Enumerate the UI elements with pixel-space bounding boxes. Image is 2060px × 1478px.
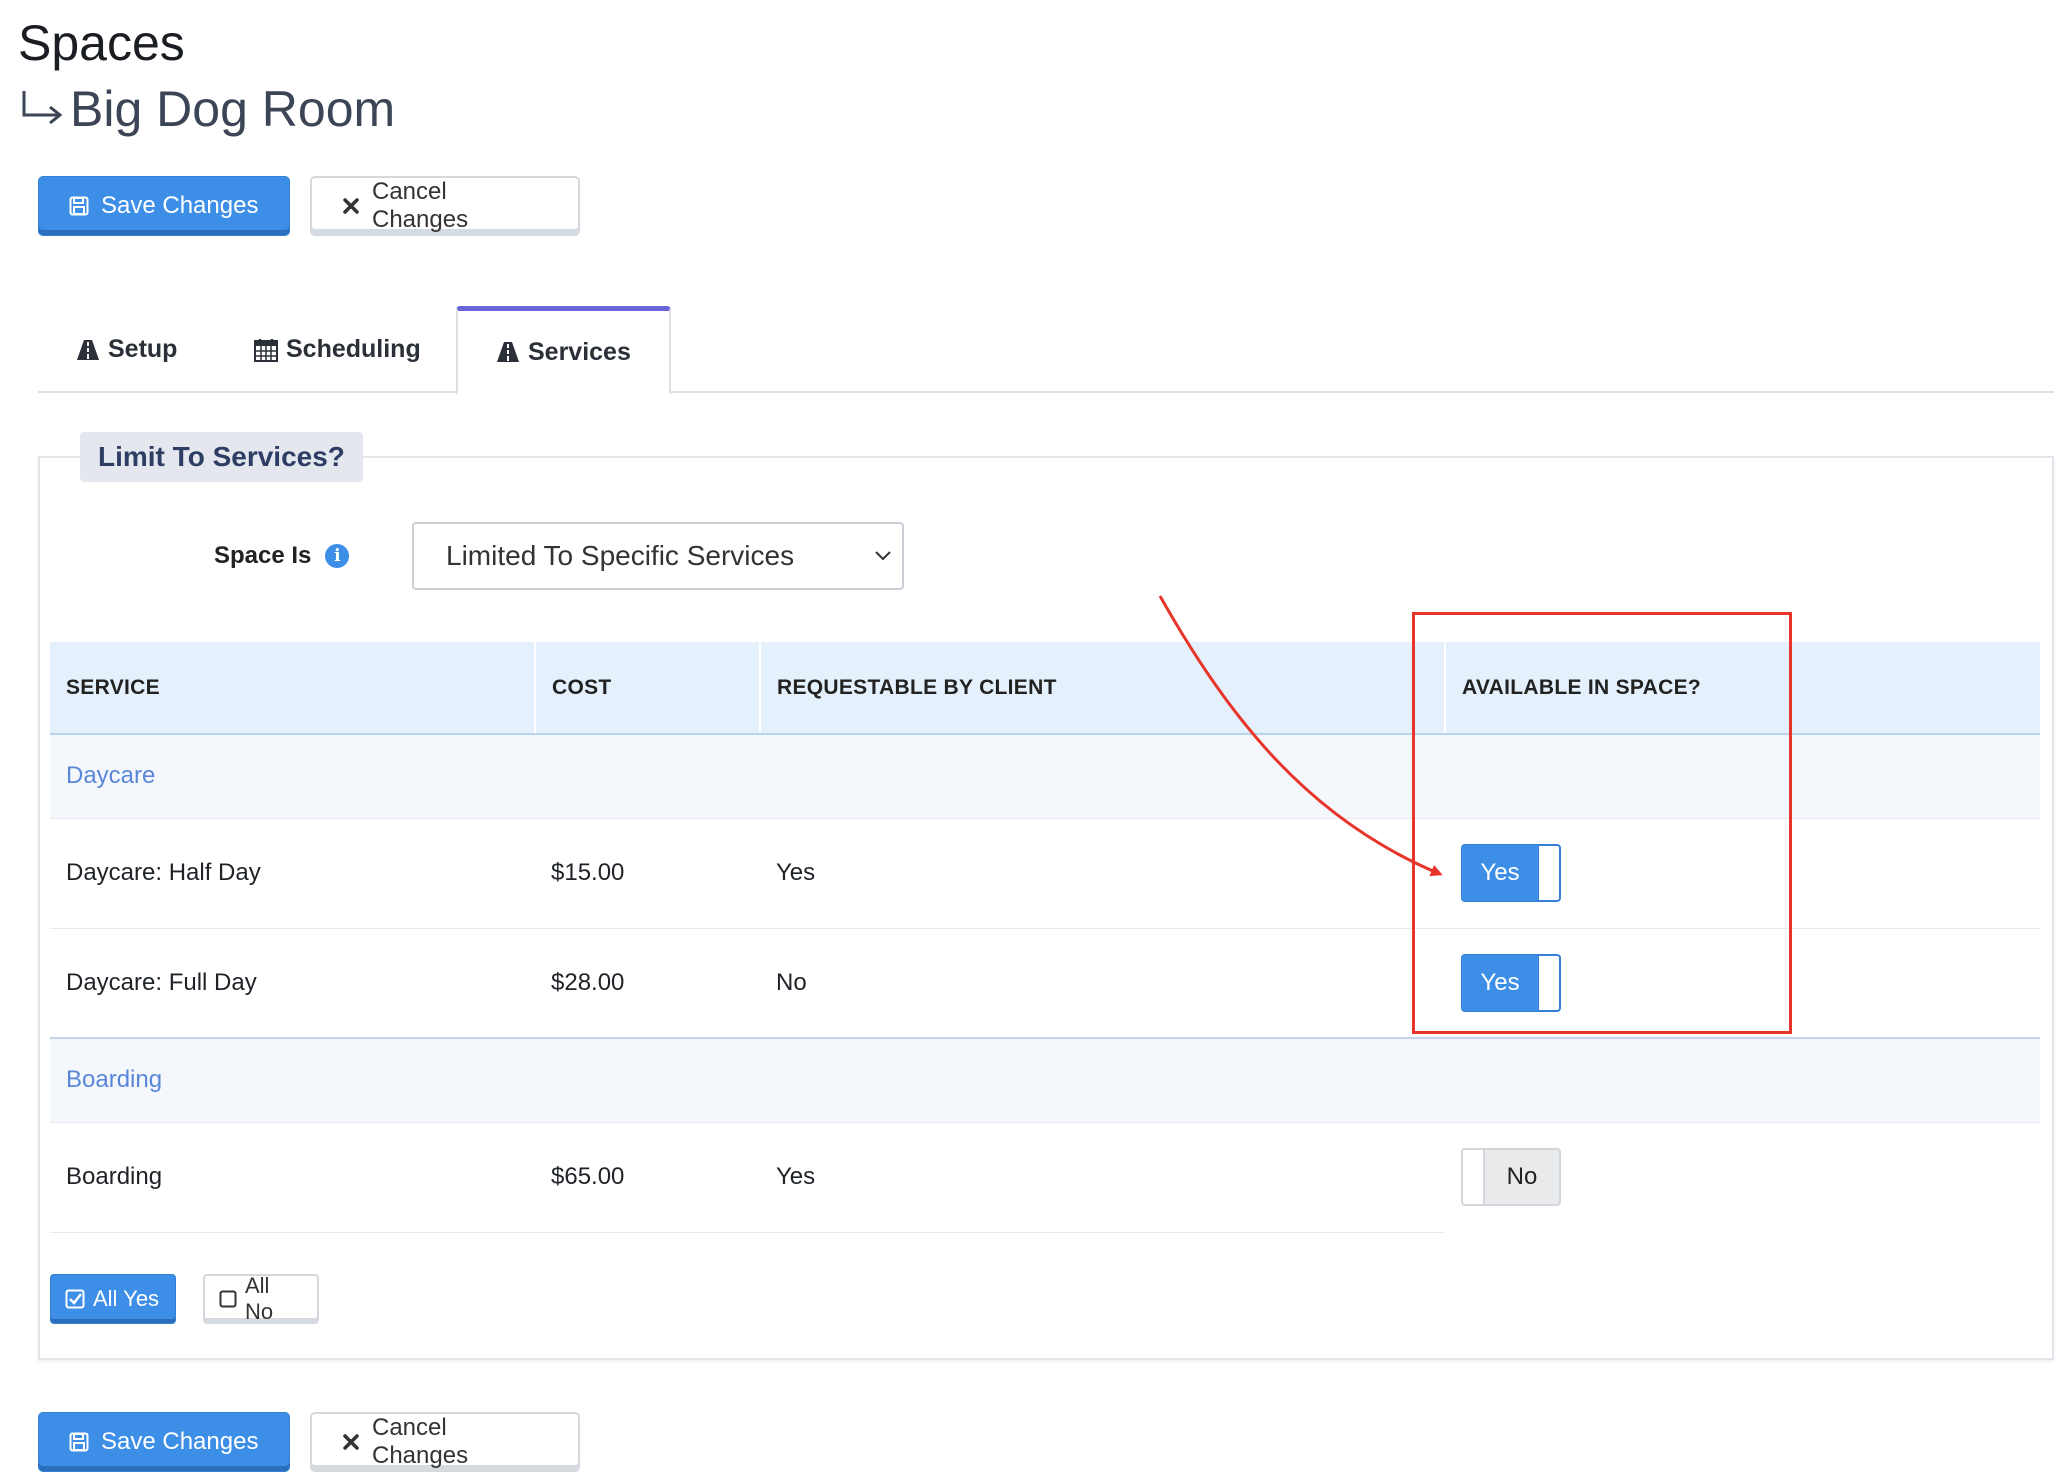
service-cell: Boarding — [50, 1122, 535, 1233]
tab-scheduling-label: Scheduling — [286, 335, 421, 363]
checked-box-icon — [65, 1289, 85, 1309]
floppy-disk-icon — [69, 1432, 89, 1452]
group-row-boarding: Boarding — [50, 1037, 2040, 1123]
service-cell: Daycare: Half Day — [50, 818, 535, 929]
save-button-top[interactable]: Save Changes — [38, 176, 290, 236]
save-button-label: Save Changes — [101, 192, 259, 219]
column-header-service: SERVICE — [50, 642, 536, 735]
tab-scheduling[interactable]: Scheduling — [216, 306, 459, 393]
column-header-cost: COST — [535, 642, 761, 735]
close-icon — [342, 197, 360, 215]
chevron-down-icon — [875, 551, 891, 561]
calendar-icon — [254, 338, 278, 362]
group-label: Boarding — [50, 1037, 2040, 1123]
road-icon — [496, 341, 520, 363]
toggle-label: No — [1506, 1163, 1538, 1191]
available-cell: No — [1445, 1122, 2040, 1232]
page-title: Spaces — [18, 15, 185, 71]
space-name: Big Dog Room — [70, 81, 396, 137]
empty-checkbox-icon — [219, 1290, 237, 1308]
cancel-button-label: Cancel Changes — [372, 1414, 469, 1469]
all-no-button[interactable]: All No — [203, 1273, 319, 1324]
requestable-cell: Yes — [760, 818, 1445, 929]
page-subtitle: Big Dog Room — [20, 80, 395, 138]
column-header-requestable: REQUESTABLE BY CLIENT — [760, 642, 1446, 735]
cost-cell: $65.00 — [535, 1122, 760, 1233]
return-arrow-icon — [22, 91, 63, 125]
annotation-highlight-box — [1412, 612, 1792, 1034]
all-yes-label: All Yes — [93, 1286, 160, 1311]
cancel-button-bottom[interactable]: Cancel Changes — [310, 1412, 580, 1472]
info-icon[interactable]: i — [325, 544, 350, 568]
save-button-bottom[interactable]: Save Changes — [38, 1412, 290, 1472]
space-is-selected-value: Limited To Specific Services — [446, 540, 795, 571]
space-is-select[interactable]: Limited To Specific Services — [412, 522, 904, 590]
space-is-label: Space Is i — [214, 542, 350, 570]
tab-setup[interactable]: Setup — [38, 306, 215, 393]
panel-legend: Limit To Services? — [80, 432, 363, 482]
requestable-cell: Yes — [760, 1122, 1445, 1233]
table-row: Boarding $65.00 Yes No — [50, 1122, 2040, 1233]
service-cell: Daycare: Full Day — [50, 928, 535, 1039]
cancel-button-top[interactable]: Cancel Changes — [310, 176, 580, 236]
all-yes-button[interactable]: All Yes — [50, 1274, 176, 1324]
tab-bar: Setup Scheduling Services — [38, 306, 2054, 395]
road-icon — [76, 339, 100, 361]
available-toggle[interactable]: No — [1461, 1148, 1561, 1207]
cancel-button-label: Cancel Changes — [372, 178, 469, 233]
space-is-label-text: Space Is — [214, 542, 312, 569]
all-no-label: All No — [245, 1273, 274, 1324]
toggle-knob — [1463, 1150, 1485, 1205]
floppy-disk-icon — [69, 196, 89, 216]
tab-setup-label: Setup — [108, 335, 178, 363]
close-icon — [342, 1433, 360, 1451]
cost-cell: $15.00 — [535, 818, 760, 929]
save-button-label: Save Changes — [101, 1428, 259, 1455]
tab-services-label: Services — [528, 337, 631, 366]
tab-services[interactable]: Services — [456, 306, 671, 395]
requestable-cell: No — [760, 928, 1445, 1039]
cost-cell: $28.00 — [535, 928, 760, 1039]
